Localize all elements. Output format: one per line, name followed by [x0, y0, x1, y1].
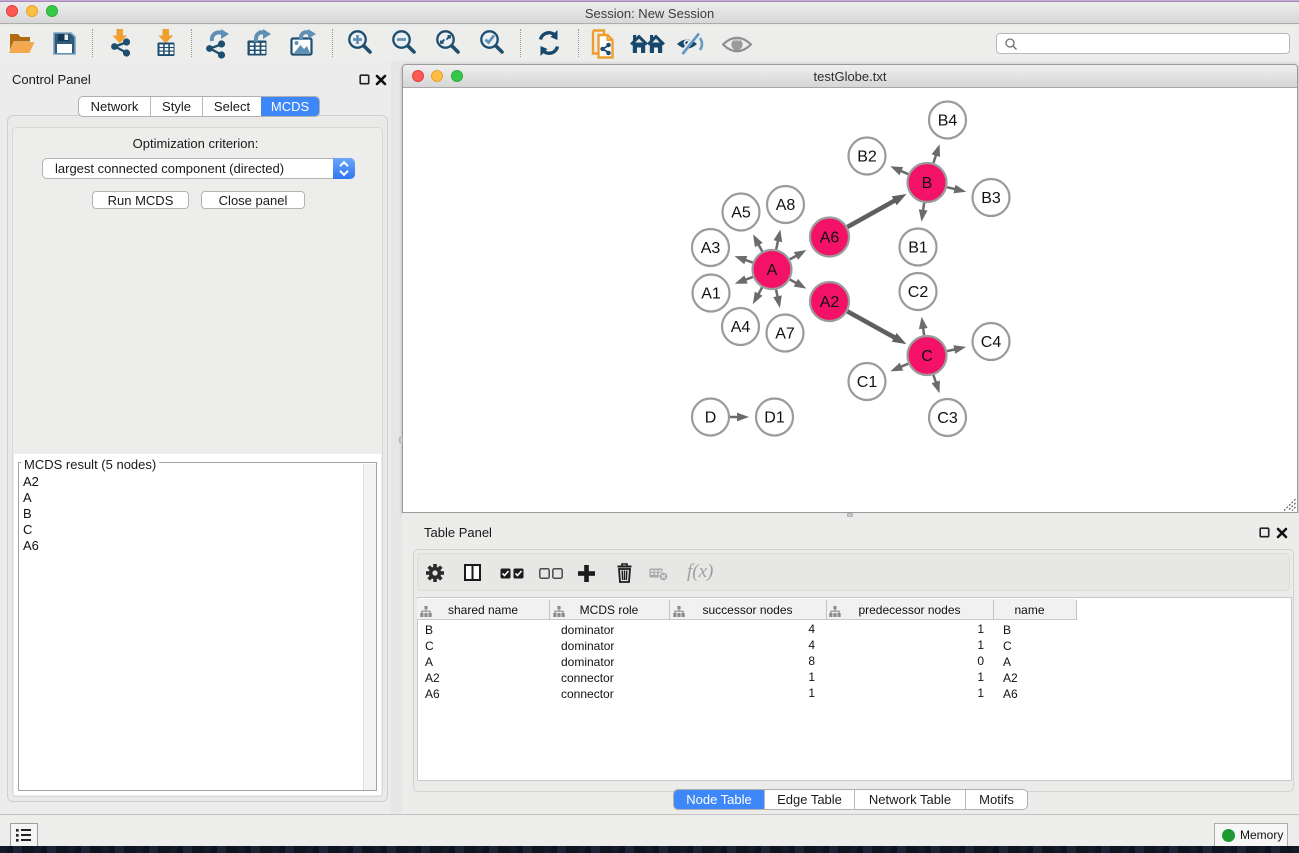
- svg-text:A6: A6: [820, 230, 840, 247]
- svg-text:C: C: [921, 348, 933, 365]
- svg-text:C1: C1: [857, 374, 878, 391]
- svg-text:B3: B3: [981, 190, 1001, 207]
- svg-text:A8: A8: [776, 197, 796, 214]
- svg-text:B1: B1: [908, 240, 928, 257]
- svg-text:D1: D1: [764, 410, 785, 427]
- svg-text:A1: A1: [701, 286, 721, 303]
- svg-text:C3: C3: [937, 410, 958, 427]
- svg-text:C4: C4: [981, 334, 1002, 351]
- svg-text:B4: B4: [938, 113, 958, 130]
- svg-text:A5: A5: [731, 205, 751, 222]
- svg-text:A7: A7: [775, 326, 795, 343]
- svg-text:C2: C2: [908, 284, 929, 301]
- svg-text:D: D: [705, 410, 717, 427]
- svg-text:B2: B2: [857, 149, 877, 166]
- svg-text:A4: A4: [731, 319, 751, 336]
- svg-text:B: B: [922, 175, 933, 192]
- svg-text:A: A: [767, 262, 778, 279]
- svg-text:A2: A2: [820, 294, 840, 311]
- svg-text:A3: A3: [701, 240, 721, 257]
